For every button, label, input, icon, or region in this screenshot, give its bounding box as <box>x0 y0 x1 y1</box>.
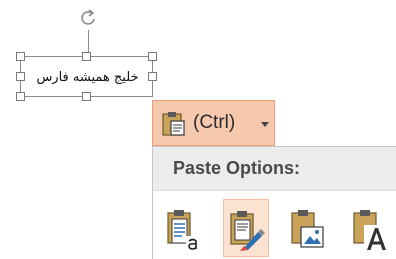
use-destination-theme-icon <box>167 210 199 250</box>
keep-text-only-icon <box>353 210 386 251</box>
paste-option-picture[interactable] <box>285 199 331 257</box>
resize-handle-top-right[interactable] <box>148 52 157 61</box>
resize-handle-left[interactable] <box>16 72 25 81</box>
paste-options-button[interactable]: (Ctrl) <box>152 100 275 146</box>
keep-source-formatting-icon <box>230 211 265 251</box>
paste-options-title: Paste Options: <box>173 158 301 178</box>
clipboard-icon <box>162 112 185 136</box>
paste-options-header: Paste Options: <box>153 147 396 191</box>
paste-option-keep-text-only[interactable] <box>347 199 393 257</box>
dropdown-arrow-icon <box>261 122 269 127</box>
paste-options-menu: Paste Options: <box>152 146 396 259</box>
paste-ctrl-label: (Ctrl) <box>193 112 236 133</box>
slide-canvas: خلیج همیشه فارس (Ctrl) Paste Options: <box>0 0 396 259</box>
resize-handle-top[interactable] <box>82 52 91 61</box>
paste-option-keep-source-formatting[interactable] <box>223 199 269 257</box>
resize-handle-bottom-left[interactable] <box>16 92 25 101</box>
selected-textbox[interactable]: خلیج همیشه فارس <box>20 56 153 97</box>
paste-option-use-destination-theme[interactable] <box>161 199 207 257</box>
rotate-handle-icon[interactable] <box>79 8 99 30</box>
resize-handle-bottom[interactable] <box>82 92 91 101</box>
resize-handle-top-left[interactable] <box>16 52 25 61</box>
picture-icon <box>291 210 324 248</box>
resize-handle-right[interactable] <box>148 72 157 81</box>
